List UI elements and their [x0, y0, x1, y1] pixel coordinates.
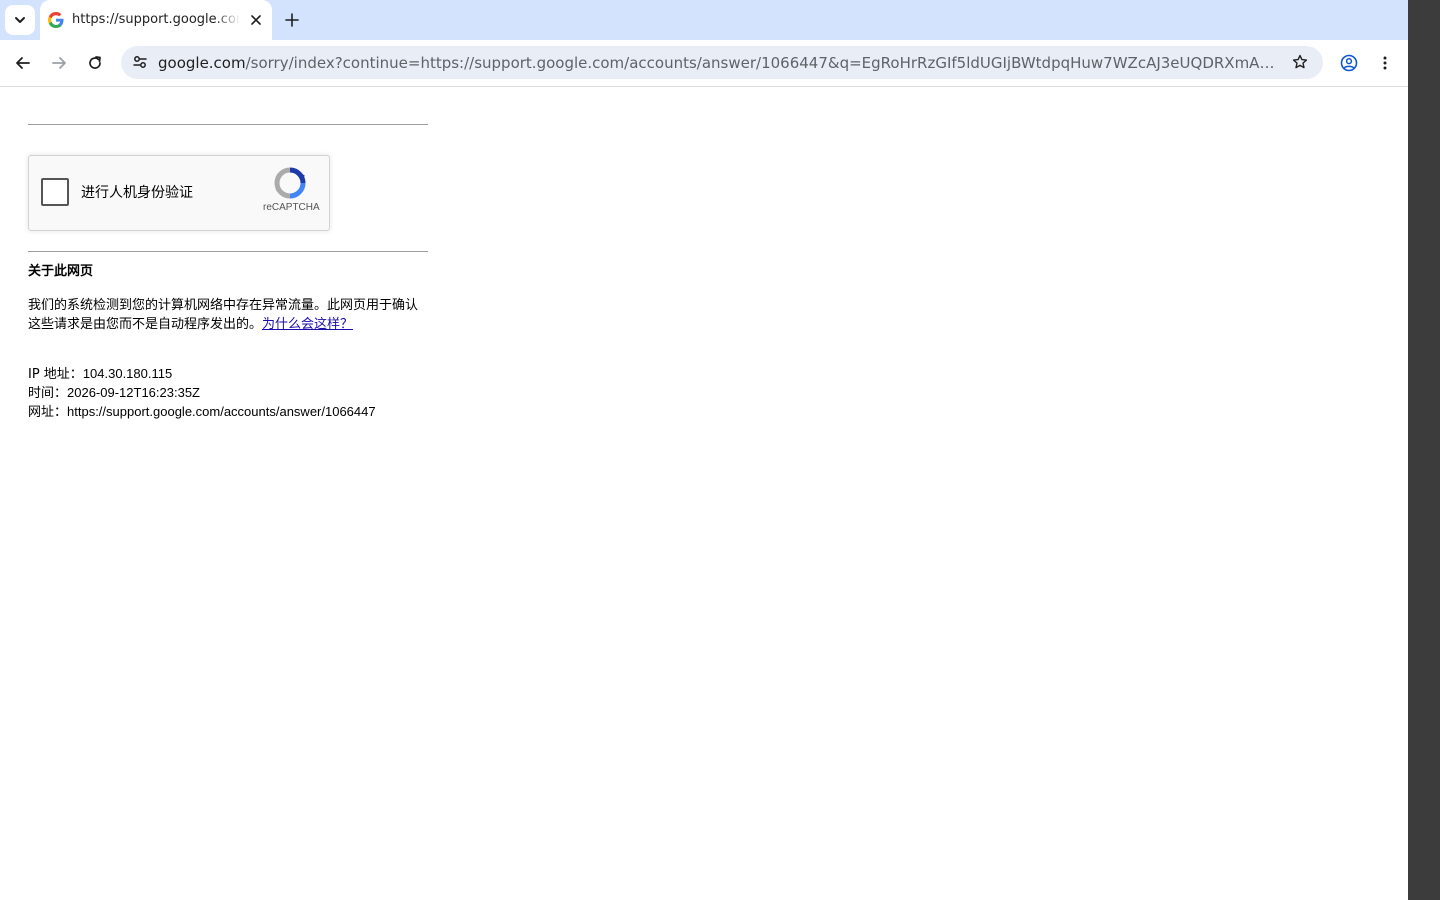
recaptcha-logo-icon: [274, 167, 306, 199]
browser-menu-button[interactable]: [1372, 50, 1398, 76]
ip-value: 104.30.180.115: [82, 366, 173, 381]
close-icon: [251, 15, 261, 25]
url-row: 网址：https://support.google.com/accounts/a…: [28, 402, 376, 422]
url-host: google.com: [158, 54, 246, 72]
url-path: /sorry/index?continue=https://support.go…: [245, 54, 1276, 72]
forward-button[interactable]: [46, 50, 72, 76]
tab-close-button[interactable]: [246, 10, 266, 30]
divider-top: [28, 124, 428, 125]
tab-title: https://support.google.com/accounts/answ…: [72, 12, 240, 27]
divider-middle: [28, 251, 428, 252]
url-value: https://support.google.com/accounts/answ…: [67, 404, 376, 419]
url-label: 网址：: [28, 405, 68, 420]
about-description-text: 我们的系统检测到您的计算机网络中存在异常流量。此网页用于确认这些请求是由您而不是…: [28, 298, 419, 332]
recaptcha-widget: 进行人机身份验证 reCAPTCHA: [28, 155, 330, 231]
reload-button[interactable]: [82, 50, 108, 76]
desktop-edge: [1408, 0, 1440, 900]
about-title: 关于此网页: [28, 264, 94, 279]
new-tab-button[interactable]: [280, 8, 304, 32]
recaptcha-label[interactable]: 进行人机身份验证: [81, 183, 193, 203]
address-bar[interactable]: google.com/sorry/index?continue=https://…: [121, 46, 1323, 79]
profile-button[interactable]: [1336, 50, 1362, 76]
tune-icon: [133, 56, 147, 68]
time-label: 时间：: [28, 386, 68, 401]
time-value: 2026-09-12T16:23:35Z: [67, 385, 200, 400]
account-circle-icon: [1340, 54, 1358, 72]
about-description: 我们的系统检测到您的计算机网络中存在异常流量。此网页用于确认这些请求是由您而不是…: [28, 296, 428, 334]
arrow-right-icon: [52, 57, 66, 69]
recaptcha-checkbox[interactable]: [41, 178, 69, 206]
plus-icon: [285, 13, 299, 27]
arrow-left-icon: [16, 57, 30, 69]
bookmark-button[interactable]: [1287, 49, 1313, 75]
chevron-down-icon: [15, 17, 25, 23]
tab-search-button[interactable]: [5, 5, 35, 35]
time-row: 时间：2026-09-12T16:23:35Z: [28, 383, 200, 403]
recaptcha-brand: reCAPTCHA: [263, 202, 320, 213]
tab-strip: https://support.google.com/accounts/answ…: [0, 0, 1408, 40]
more-vert-icon: [1383, 56, 1387, 70]
ip-row: IP 地址：104.30.180.115: [28, 364, 172, 384]
back-button[interactable]: [10, 50, 36, 76]
reload-icon: [89, 56, 101, 69]
ip-label: IP 地址：: [28, 367, 83, 382]
why-link[interactable]: 为什么会这样？: [262, 317, 353, 332]
site-info-button[interactable]: [127, 49, 153, 75]
google-g-icon: [48, 12, 64, 28]
page-content: 进行人机身份验证 reCAPTCHA 关于此网页 我们的系统检测到您的计算机网络…: [0, 88, 1408, 900]
star-icon: [1292, 54, 1308, 69]
browser-window: https://support.google.com/accounts/answ…: [0, 0, 1408, 900]
url-text[interactable]: google.com/sorry/index?continue=https://…: [158, 53, 1276, 73]
toolbar: google.com/sorry/index?continue=https://…: [0, 40, 1408, 87]
